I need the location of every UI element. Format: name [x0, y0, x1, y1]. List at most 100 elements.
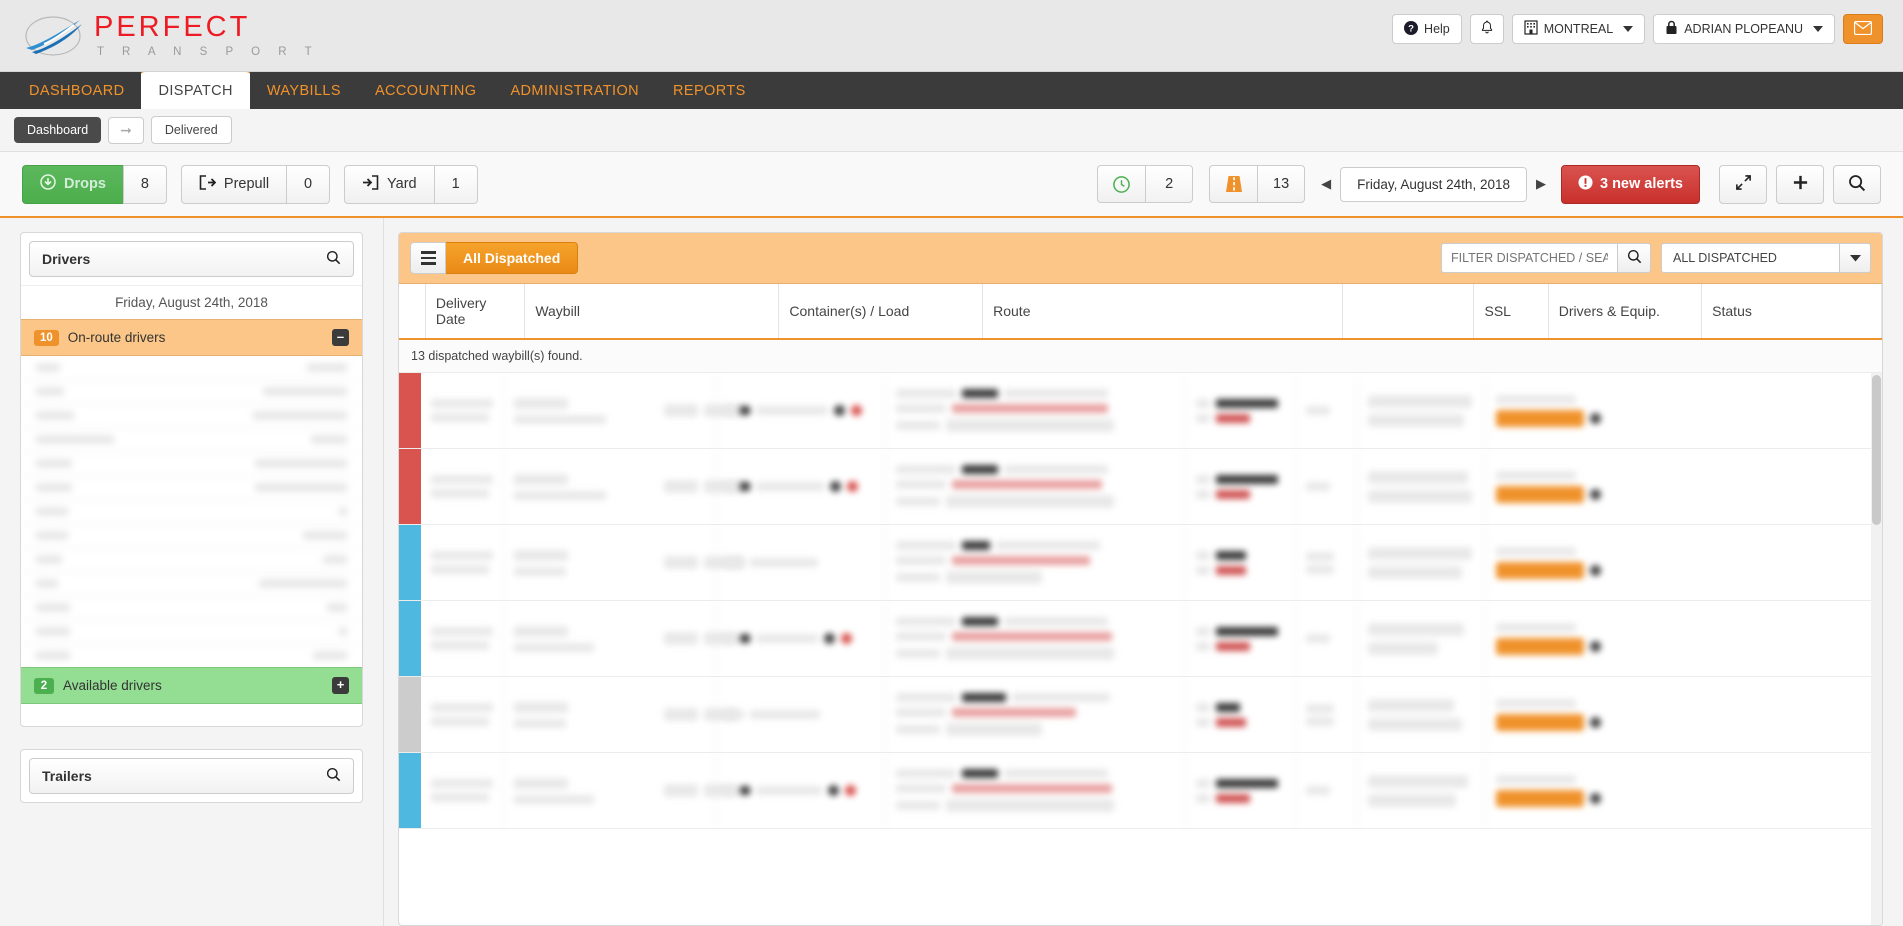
cell-container: [716, 373, 886, 448]
plus-icon[interactable]: +: [332, 677, 349, 694]
onroute-drivers-header[interactable]: 10 On-route drivers –: [21, 319, 362, 356]
clock-icon[interactable]: [1097, 165, 1145, 203]
breadcrumb-dashboard[interactable]: Dashboard: [14, 117, 101, 143]
cell-route-extra: [1186, 525, 1296, 600]
results-count: 13 dispatched waybill(s) found.: [399, 340, 1882, 373]
search-icon: [1848, 174, 1866, 195]
nav-item-administration[interactable]: ADMINISTRATION: [493, 72, 656, 109]
brand-logo[interactable]: PERFECT T R A N S P O R T: [22, 13, 319, 59]
left-sidebar: Drivers Friday, August 24th, 2018 10 On-…: [0, 218, 384, 926]
sign-in-icon: [362, 175, 379, 194]
table-row[interactable]: [399, 373, 1882, 449]
dispatch-view-select[interactable]: ALL DISPATCHED: [1661, 243, 1871, 273]
list-item[interactable]: [21, 644, 362, 667]
minus-icon[interactable]: –: [332, 329, 349, 346]
search-input[interactable]: [1441, 243, 1617, 273]
terminal-selector[interactable]: MONTREAL: [1512, 14, 1645, 44]
nav-item-dispatch[interactable]: DISPATCH: [141, 69, 249, 109]
messages-button[interactable]: [1843, 14, 1883, 44]
arrow-down-circle-icon: [40, 174, 56, 194]
add-button[interactable]: [1776, 165, 1824, 204]
drops-count: 8: [123, 165, 167, 204]
list-item[interactable]: [21, 380, 362, 404]
current-date[interactable]: Friday, August 24th, 2018: [1340, 167, 1527, 202]
nav-item-reports[interactable]: REPORTS: [656, 72, 763, 109]
list-item[interactable]: [21, 572, 362, 596]
prepull-button[interactable]: Prepull: [181, 165, 286, 204]
cell-container: [716, 525, 886, 600]
drivers-panel-head: Drivers: [21, 233, 362, 285]
road-icon[interactable]: [1209, 165, 1257, 203]
caret-down-icon[interactable]: [1839, 243, 1871, 273]
prepull-count: 0: [286, 165, 330, 204]
help-label: Help: [1424, 22, 1450, 36]
pending-group: 2: [1097, 165, 1193, 203]
hamburger-menu-icon[interactable]: [410, 242, 446, 274]
list-item[interactable]: [21, 404, 362, 428]
cell-route: [886, 373, 1186, 448]
table-row[interactable]: [399, 753, 1882, 829]
list-item[interactable]: [21, 476, 362, 500]
yard-button[interactable]: Yard: [344, 165, 434, 204]
table-scrollbar[interactable]: [1871, 373, 1882, 925]
drops-button[interactable]: Drops: [22, 165, 123, 204]
list-item[interactable]: [21, 524, 362, 548]
table-col-status[interactable]: Status: [1702, 284, 1882, 339]
search-button[interactable]: [1833, 165, 1881, 204]
nav-item-dashboard[interactable]: DASHBOARD: [12, 72, 141, 109]
list-item[interactable]: [21, 428, 362, 452]
table-col-waybill[interactable]: Waybill: [525, 284, 779, 339]
dispatch-card: All Dispatched ALL DISPATCHED: [398, 232, 1883, 926]
nav-item-waybills[interactable]: WAYBILLS: [250, 72, 358, 109]
alerts-button[interactable]: 3 new alerts: [1561, 165, 1700, 204]
table-col-ssl[interactable]: SSL: [1474, 284, 1548, 339]
table-col-container[interactable]: Container(s) / Load: [779, 284, 983, 339]
table-col-route[interactable]: Route: [983, 284, 1343, 339]
table-col-route-extra: [1342, 284, 1474, 339]
list-item[interactable]: [21, 500, 362, 524]
table-col-spacer: [399, 284, 425, 339]
cell-ssl: [1296, 677, 1358, 752]
dispatch-view-value: ALL DISPATCHED: [1661, 243, 1839, 273]
list-item[interactable]: [21, 452, 362, 476]
cell-route: [886, 677, 1186, 752]
notifications-button[interactable]: [1470, 14, 1504, 44]
breadcrumb-delivered[interactable]: Delivered: [151, 116, 232, 144]
cell-container: [716, 677, 886, 752]
table-row[interactable]: [399, 601, 1882, 677]
row-status-bar: [399, 449, 421, 524]
search-submit-button[interactable]: [1617, 243, 1651, 273]
available-drivers-header[interactable]: 2 Available drivers +: [21, 667, 362, 704]
chevron-right-icon[interactable]: ▶: [1536, 176, 1546, 192]
drivers-search[interactable]: Drivers: [29, 241, 354, 277]
cell-route: [886, 525, 1186, 600]
list-item[interactable]: [21, 548, 362, 572]
table-row[interactable]: [399, 525, 1882, 601]
available-label: Available drivers: [63, 678, 162, 693]
table-col-drivers-equip[interactable]: Drivers & Equip.: [1548, 284, 1701, 339]
list-item[interactable]: [21, 596, 362, 620]
expand-button[interactable]: [1719, 165, 1767, 204]
list-item[interactable]: [21, 356, 362, 380]
chevron-left-icon[interactable]: ◀: [1321, 176, 1331, 192]
list-item[interactable]: [21, 620, 362, 644]
nav-item-accounting[interactable]: ACCOUNTING: [358, 72, 493, 109]
main-navigation: DASHBOARD DISPATCH WAYBILLS ACCOUNTING A…: [0, 72, 1903, 109]
breadcrumb: Dashboard ➞ Delivered: [0, 109, 1903, 152]
user-menu[interactable]: ADRIAN PLOPEANU: [1653, 14, 1835, 44]
table-scrollbar-thumb[interactable]: [1872, 375, 1881, 525]
envelope-icon: [1854, 21, 1872, 38]
table-row[interactable]: [399, 449, 1882, 525]
arrow-right-icon[interactable]: ➞: [108, 117, 144, 144]
trailers-panel-head: Trailers: [21, 750, 362, 802]
help-button[interactable]: ? Help: [1392, 14, 1462, 44]
cell-delivery-date: [421, 373, 504, 448]
table-col-delivery-date[interactable]: Delivery Date: [425, 284, 524, 339]
table-row[interactable]: [399, 677, 1882, 753]
row-status-bar: [399, 677, 421, 752]
trailers-search[interactable]: Trailers: [29, 758, 354, 794]
search-icon: [1627, 249, 1642, 267]
cell-status: [1486, 525, 1636, 600]
all-dispatched-tab[interactable]: All Dispatched: [446, 242, 578, 274]
cell-delivery-date: [421, 677, 504, 752]
